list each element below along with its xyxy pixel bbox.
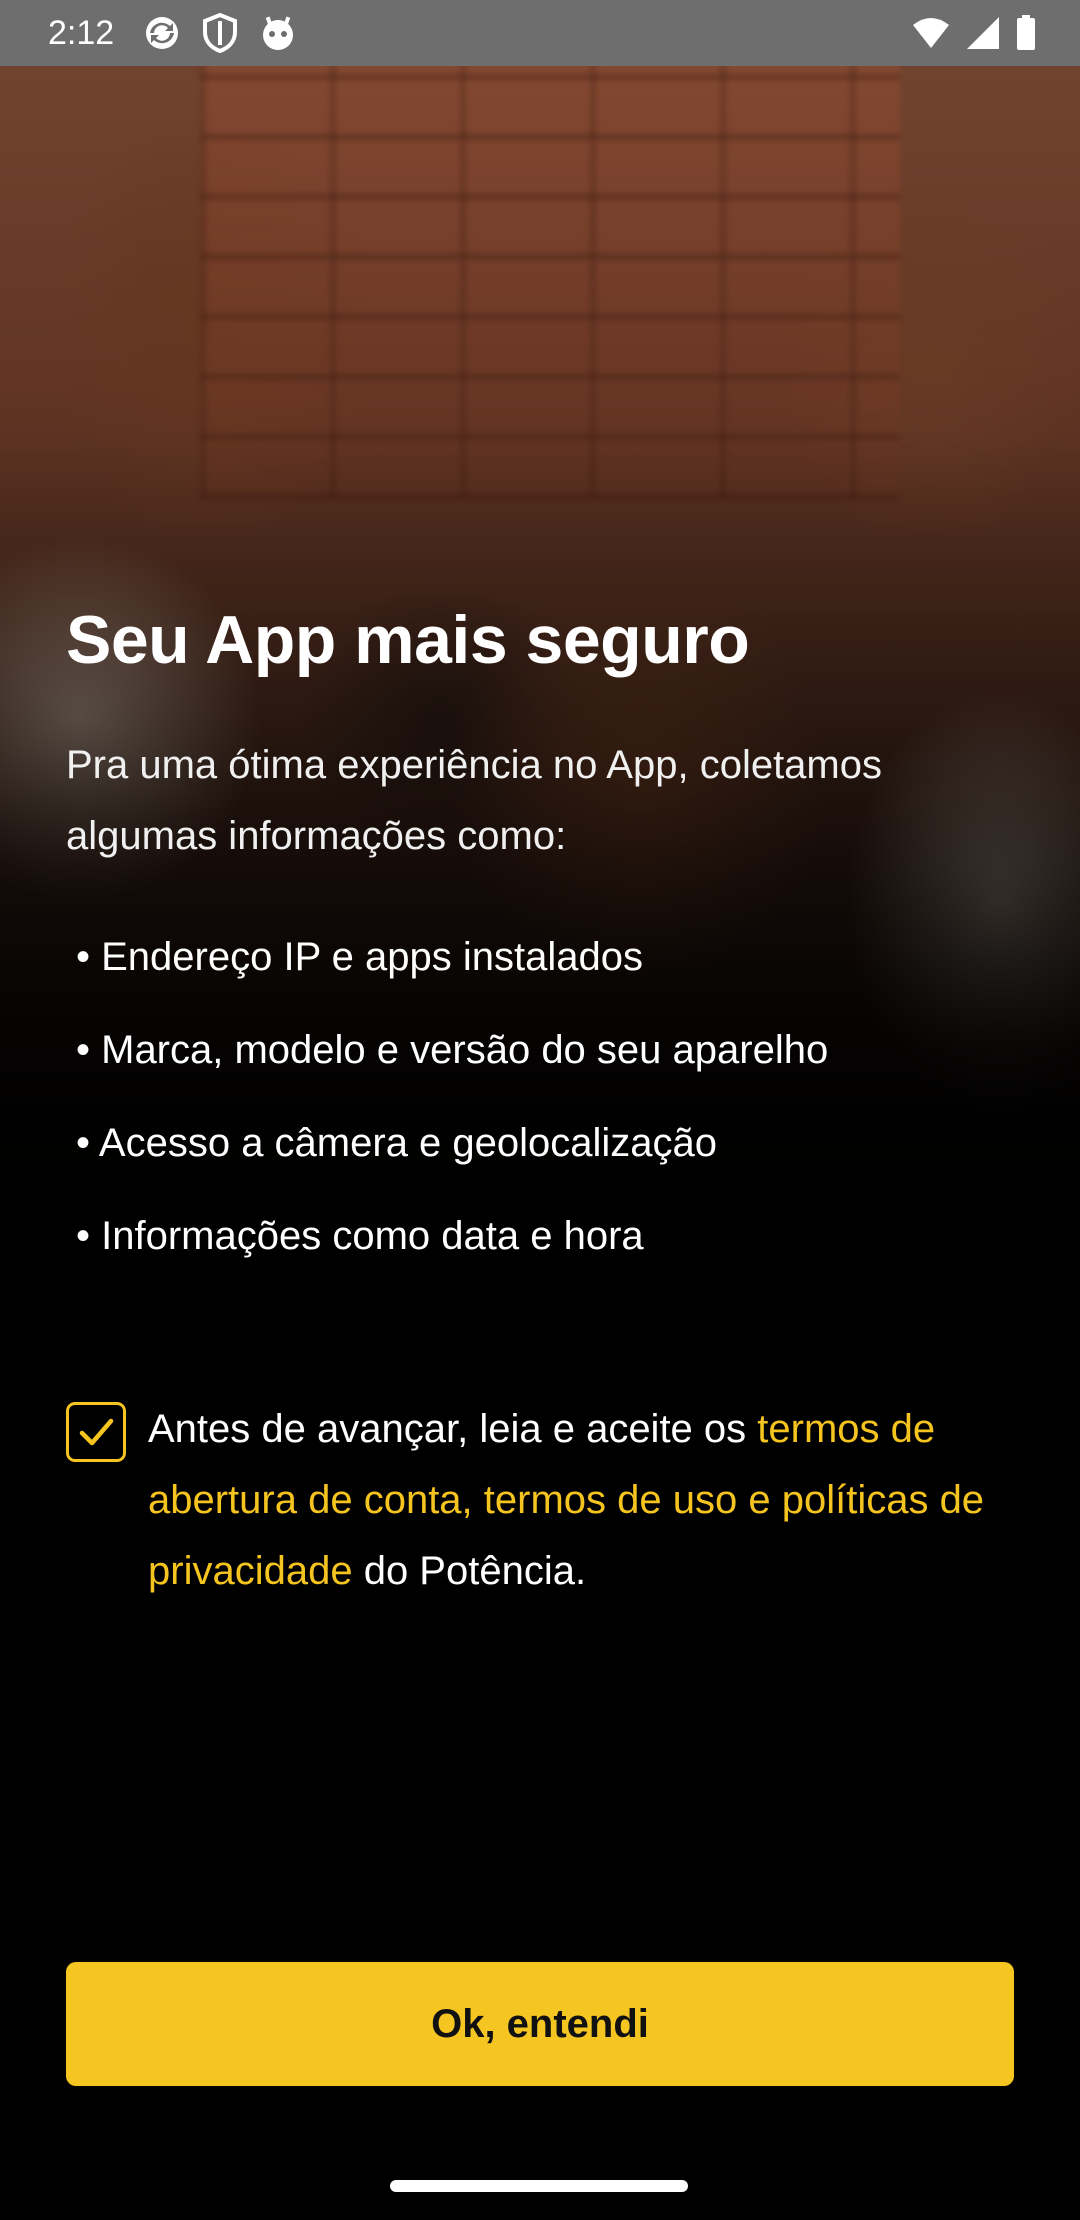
consent-text-before: Antes de avançar, leia e aceite os bbox=[148, 1407, 758, 1451]
terms-checkbox[interactable] bbox=[66, 1402, 126, 1462]
list-item: • Informações como data e hora bbox=[76, 1214, 644, 1258]
list-item: • Acesso a câmera e geolocalização bbox=[76, 1121, 718, 1165]
signal-icon bbox=[966, 16, 1000, 50]
shield-icon bbox=[200, 13, 240, 53]
wifi-icon bbox=[912, 17, 950, 49]
home-indicator[interactable] bbox=[390, 2180, 688, 2192]
intro-text: Pra uma ótima experiência no App, coleta… bbox=[66, 743, 882, 858]
list-item: • Endereço IP e apps instalados bbox=[76, 935, 643, 979]
sync-icon bbox=[142, 13, 182, 53]
status-notification-icons bbox=[142, 13, 298, 53]
collected-info-list: • Endereço IP e apps instalados • Marca,… bbox=[76, 922, 836, 1272]
status-bar: 2:12 bbox=[0, 0, 1080, 66]
consent-text-after: do Potência. bbox=[352, 1549, 587, 1593]
terms-consent: Antes de avançar, leia e aceite os termo… bbox=[66, 1402, 1016, 1607]
list-item: • Marca, modelo e versão do seu aparelho bbox=[76, 1028, 829, 1072]
ok-button[interactable]: Ok, entendi bbox=[66, 1962, 1014, 2086]
page-title: Seu App mais seguro bbox=[66, 602, 750, 678]
main-content: Seu App mais seguro Pra uma ótima experi… bbox=[66, 600, 1016, 1294]
check-icon bbox=[79, 1418, 114, 1446]
status-time: 2:12 bbox=[48, 13, 115, 52]
battery-icon bbox=[1016, 15, 1036, 51]
robot-icon bbox=[258, 13, 298, 53]
status-system-icons bbox=[912, 15, 1036, 51]
consent-text: Antes de avançar, leia e aceite os termo… bbox=[148, 1394, 1016, 1607]
